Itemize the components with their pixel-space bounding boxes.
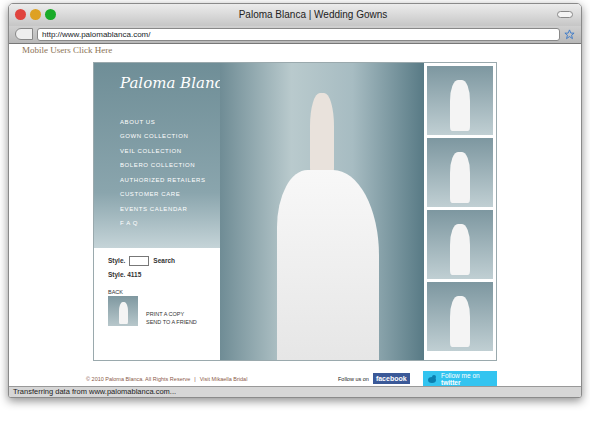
send-link[interactable]: SEND TO A FRIEND (146, 318, 197, 326)
close-icon[interactable] (15, 9, 26, 20)
footer: © 2010 Paloma Blanca. All Rights Reserve… (86, 371, 497, 387)
status-bar: Transferring data from www.palomablanca.… (9, 386, 581, 397)
follow-label: Follow us on (338, 375, 369, 383)
title-bar: Paloma Blanca | Wedding Gowns (9, 4, 581, 26)
menu: ABOUT USGOWN COLLECTIONVEIL COLLECTIONBO… (94, 115, 220, 231)
mikaella-link[interactable]: Visit Mikaella Bridal (200, 375, 248, 383)
copyright: © 2010 Paloma Blanca. All Rights Reserve (86, 375, 190, 383)
back-link[interactable]: BACK (108, 288, 220, 296)
print-link[interactable]: PRINT A COPY (146, 310, 197, 318)
gown-thumbnail[interactable] (427, 282, 493, 351)
menu-item[interactable]: AUTHORIZED RETAILERS (120, 173, 220, 188)
toolbar-toggle-icon[interactable] (557, 11, 573, 18)
zoom-icon[interactable] (45, 9, 56, 20)
gown-thumbnail[interactable] (427, 210, 493, 279)
toolbar: http://www.palomablanca.com/ (9, 26, 581, 44)
twitter-logo: twitter (441, 379, 480, 386)
window-title: Paloma Blanca | Wedding Gowns (69, 7, 557, 22)
site-frame: Paloma Blanca ABOUT USGOWN COLLECTIONVEI… (93, 62, 497, 361)
bird-icon (427, 374, 437, 384)
menu-item[interactable]: CUSTOMER CARE (120, 187, 220, 202)
menu-item[interactable]: EVENTS CALENDAR (120, 202, 220, 217)
window-controls (9, 9, 69, 20)
thumbnail-strip (424, 63, 496, 360)
style-input[interactable] (129, 256, 149, 266)
menu-item[interactable]: ABOUT US (120, 115, 220, 130)
sidebar-header: Paloma Blanca ABOUT USGOWN COLLECTIONVEI… (94, 63, 220, 248)
menu-item[interactable]: BOLERO COLLECTION (120, 158, 220, 173)
separator: | (194, 375, 195, 383)
page-content: Mobile Users Click Here Paloma Blanca AB… (9, 44, 581, 386)
gown-thumbnail[interactable] (427, 66, 493, 135)
actions: PRINT A COPYSEND TO A FRIEND (146, 310, 197, 326)
logo[interactable]: Paloma Blanca (94, 73, 220, 93)
address-bar[interactable]: http://www.palomablanca.com/ (37, 28, 560, 41)
menu-item[interactable]: GOWN COLLECTION (120, 129, 220, 144)
gown-thumbnail[interactable] (108, 296, 138, 326)
style-panel: Style. Search Style. 4115 BACK PRINT A C… (94, 248, 220, 326)
browser-window: Paloma Blanca | Wedding Gowns http://www… (8, 3, 582, 398)
bookmark-star-icon[interactable] (564, 29, 575, 40)
menu-item[interactable]: F A Q (120, 216, 220, 231)
mobile-link[interactable]: Mobile Users Click Here (22, 44, 581, 58)
twitter-button[interactable]: Follow me on twitter (423, 371, 497, 387)
facebook-button[interactable]: facebook (373, 373, 410, 384)
menu-item[interactable]: VEIL COLLECTION (120, 144, 220, 159)
gown-thumbnail[interactable] (427, 138, 493, 207)
gown-photo (220, 63, 424, 360)
style-label: Style. (108, 256, 125, 266)
back-arrow-icon[interactable] (15, 28, 33, 40)
twitter-label: Follow me on (441, 372, 480, 379)
search-button[interactable]: Search (153, 256, 175, 266)
style-number: Style. 4115 (108, 270, 220, 280)
sidebar: Paloma Blanca ABOUT USGOWN COLLECTIONVEI… (94, 63, 220, 360)
minimize-icon[interactable] (30, 9, 41, 20)
